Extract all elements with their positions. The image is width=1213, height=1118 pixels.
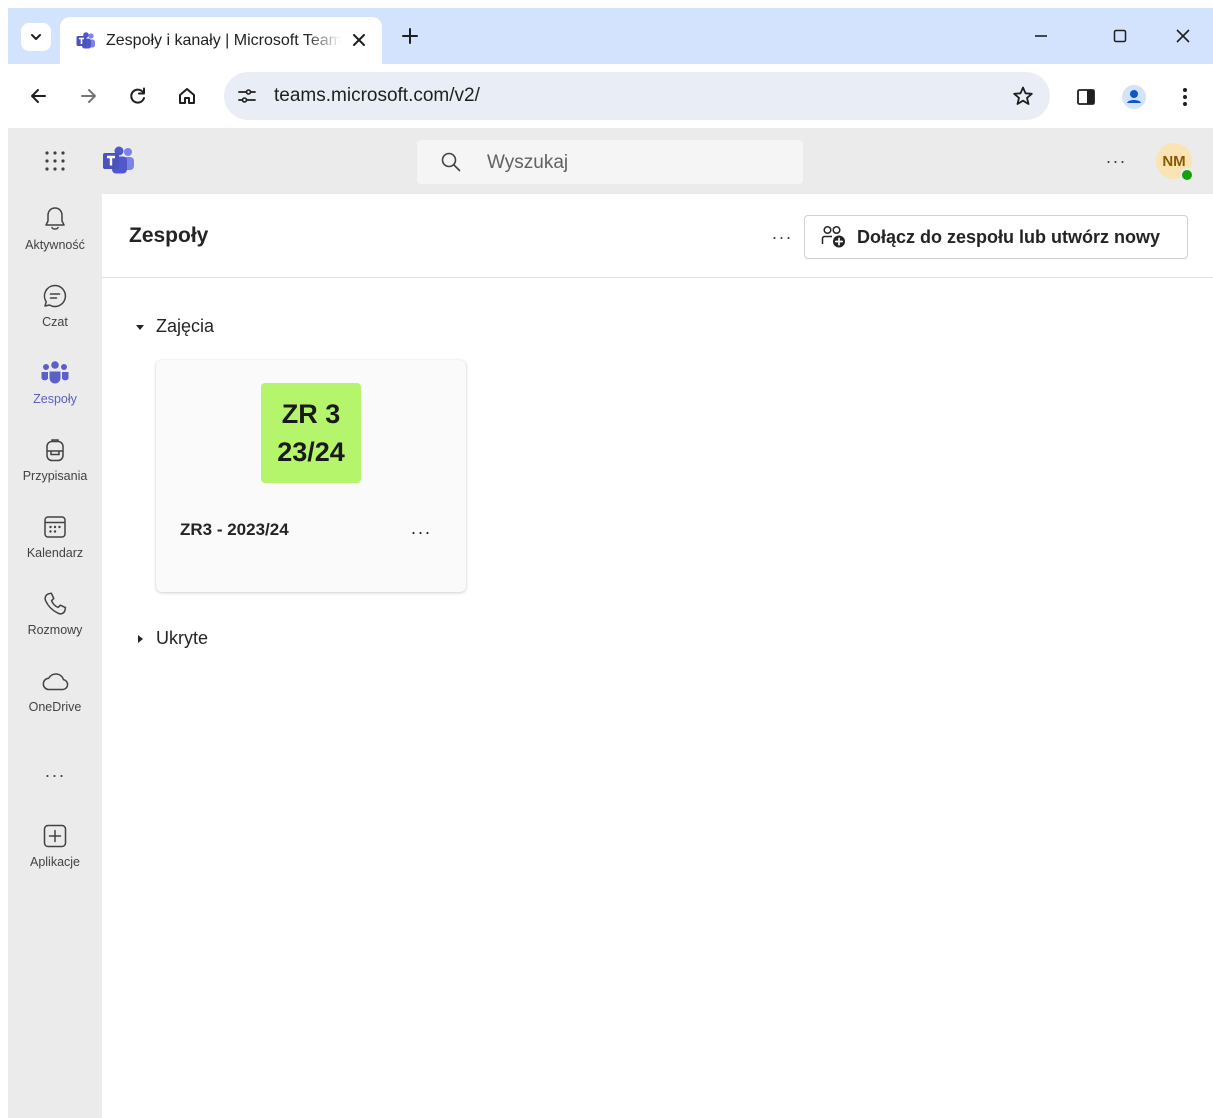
minimize-icon — [1035, 35, 1047, 37]
team-more-options-button[interactable]: ··· — [406, 520, 436, 544]
address-bar[interactable]: teams.microsoft.com/v2/ — [224, 72, 1050, 120]
chat-icon — [40, 281, 70, 311]
app-item-calls[interactable]: Rozmowy — [8, 579, 102, 651]
team-card[interactable]: ZR 3 23/24 ZR3 - 2023/24 ··· — [156, 360, 466, 592]
search-icon — [441, 152, 461, 172]
app-launcher-button[interactable] — [42, 148, 68, 174]
close-icon — [353, 34, 365, 46]
calendar-icon — [40, 512, 70, 542]
team-tile: ZR 3 23/24 — [261, 383, 361, 483]
maximize-button[interactable] — [1100, 20, 1140, 52]
plus-icon — [402, 28, 418, 44]
tab-title: Zespoły i kanały | Microsoft Teams — [106, 31, 341, 49]
teams-icon — [40, 358, 70, 388]
bell-icon — [40, 204, 70, 234]
forward-button[interactable] — [74, 81, 104, 111]
home-icon — [179, 88, 195, 104]
group-header-hidden[interactable]: Ukryte — [134, 628, 208, 649]
team-name: ZR3 - 2023/24 — [180, 520, 289, 539]
more-apps-button[interactable]: ··· — [8, 760, 102, 790]
group-label-hidden: Ukryte — [156, 628, 209, 648]
phone-icon — [40, 589, 70, 619]
app-label-teams: Zespoły — [33, 392, 77, 406]
people-add-icon — [821, 225, 845, 248]
tab-search-button[interactable] — [21, 23, 51, 51]
app-label-onedrive: OneDrive — [28, 700, 82, 714]
home-button[interactable] — [172, 81, 202, 111]
close-icon — [1176, 29, 1190, 43]
cloud-icon — [40, 666, 70, 696]
group-header-classes[interactable]: Zajęcia — [134, 316, 214, 337]
arrow-right-icon — [81, 89, 96, 103]
app-item-teams[interactable]: Zespoły — [8, 348, 102, 420]
app-label-calendar: Kalendarz — [26, 546, 84, 560]
page-header: Zespoły ··· Dołącz do zespołu lub utwórz… — [102, 194, 1213, 278]
kebab-menu-icon — [1183, 88, 1187, 106]
browser-tab-bar: Zespoły i kanały | Microsoft Teams — [8, 8, 1213, 64]
app-label-apps: Aplikacje — [29, 855, 81, 869]
new-tab-button[interactable] — [396, 22, 424, 50]
close-window-button[interactable] — [1163, 20, 1203, 52]
side-panel-icon — [1077, 89, 1095, 105]
app-item-assignments[interactable]: Przypisania — [8, 425, 102, 497]
tab-close-button[interactable] — [348, 29, 370, 51]
arrow-left-icon — [31, 89, 46, 103]
teams-more-options-button[interactable]: ··· — [767, 224, 797, 250]
reload-button[interactable] — [123, 81, 153, 111]
backpack-icon — [40, 435, 70, 465]
teams-favicon-icon — [76, 31, 95, 48]
chevron-down-icon — [31, 34, 41, 40]
caret-right-icon — [138, 634, 143, 643]
app-item-activity[interactable]: Aktywność — [8, 194, 102, 266]
app-item-chat[interactable]: Czat — [8, 271, 102, 343]
join-button-label: Dołącz do zespołu lub utwórz nowy — [857, 226, 1161, 247]
search-placeholder: Wyszukaj — [487, 152, 569, 173]
window-edge — [0, 0, 8, 1118]
browser-tab-active[interactable]: Zespoły i kanały | Microsoft Teams — [60, 17, 382, 64]
group-label-classes: Zajęcia — [156, 316, 215, 336]
waffle-icon — [45, 151, 65, 171]
minimize-button[interactable] — [1021, 20, 1061, 52]
team-tile-line2: 23/24 — [277, 437, 345, 467]
side-panel-button[interactable] — [1072, 83, 1100, 111]
app-item-apps[interactable]: Aplikacje — [8, 811, 102, 883]
search-box[interactable]: Wyszukaj — [417, 140, 803, 184]
presence-available-icon — [1180, 168, 1194, 182]
reload-icon — [130, 87, 145, 104]
app-item-calendar[interactable]: Kalendarz — [8, 502, 102, 574]
page-title: Zespoły — [129, 224, 209, 247]
bookmark-button[interactable] — [1010, 83, 1036, 109]
tune-icon — [238, 89, 256, 103]
add-app-icon — [40, 821, 70, 851]
join-or-create-team-button[interactable]: Dołącz do zespołu lub utwórz nowy — [804, 215, 1188, 259]
app-item-onedrive[interactable]: OneDrive — [8, 656, 102, 728]
caret-down-icon — [136, 324, 144, 330]
maximize-icon — [1113, 29, 1127, 43]
profile-button[interactable] — [1120, 83, 1148, 111]
browser-menu-button[interactable] — [1171, 83, 1199, 111]
app-label-calls: Rozmowy — [27, 623, 83, 637]
team-tile-line1: ZR 3 — [281, 399, 341, 429]
app-label-assignments: Przypisania — [22, 469, 88, 483]
teams-logo-icon — [103, 146, 134, 174]
profile-icon — [1122, 85, 1146, 109]
back-button[interactable] — [23, 81, 53, 111]
browser-toolbar: teams.microsoft.com/v2/ — [8, 64, 1213, 128]
settings-more-button[interactable]: ··· — [1101, 148, 1131, 174]
app-bar: Aktywność Czat Zespoły Przypisania Kalen… — [8, 194, 102, 1118]
site-info-button[interactable] — [232, 81, 262, 111]
teams-header: Wyszukaj ··· NM — [8, 128, 1213, 194]
app-label-chat: Czat — [42, 315, 68, 329]
app-label-activity: Aktywność — [25, 238, 85, 252]
star-icon — [1013, 86, 1033, 105]
url-text: teams.microsoft.com/v2/ — [274, 85, 480, 106]
